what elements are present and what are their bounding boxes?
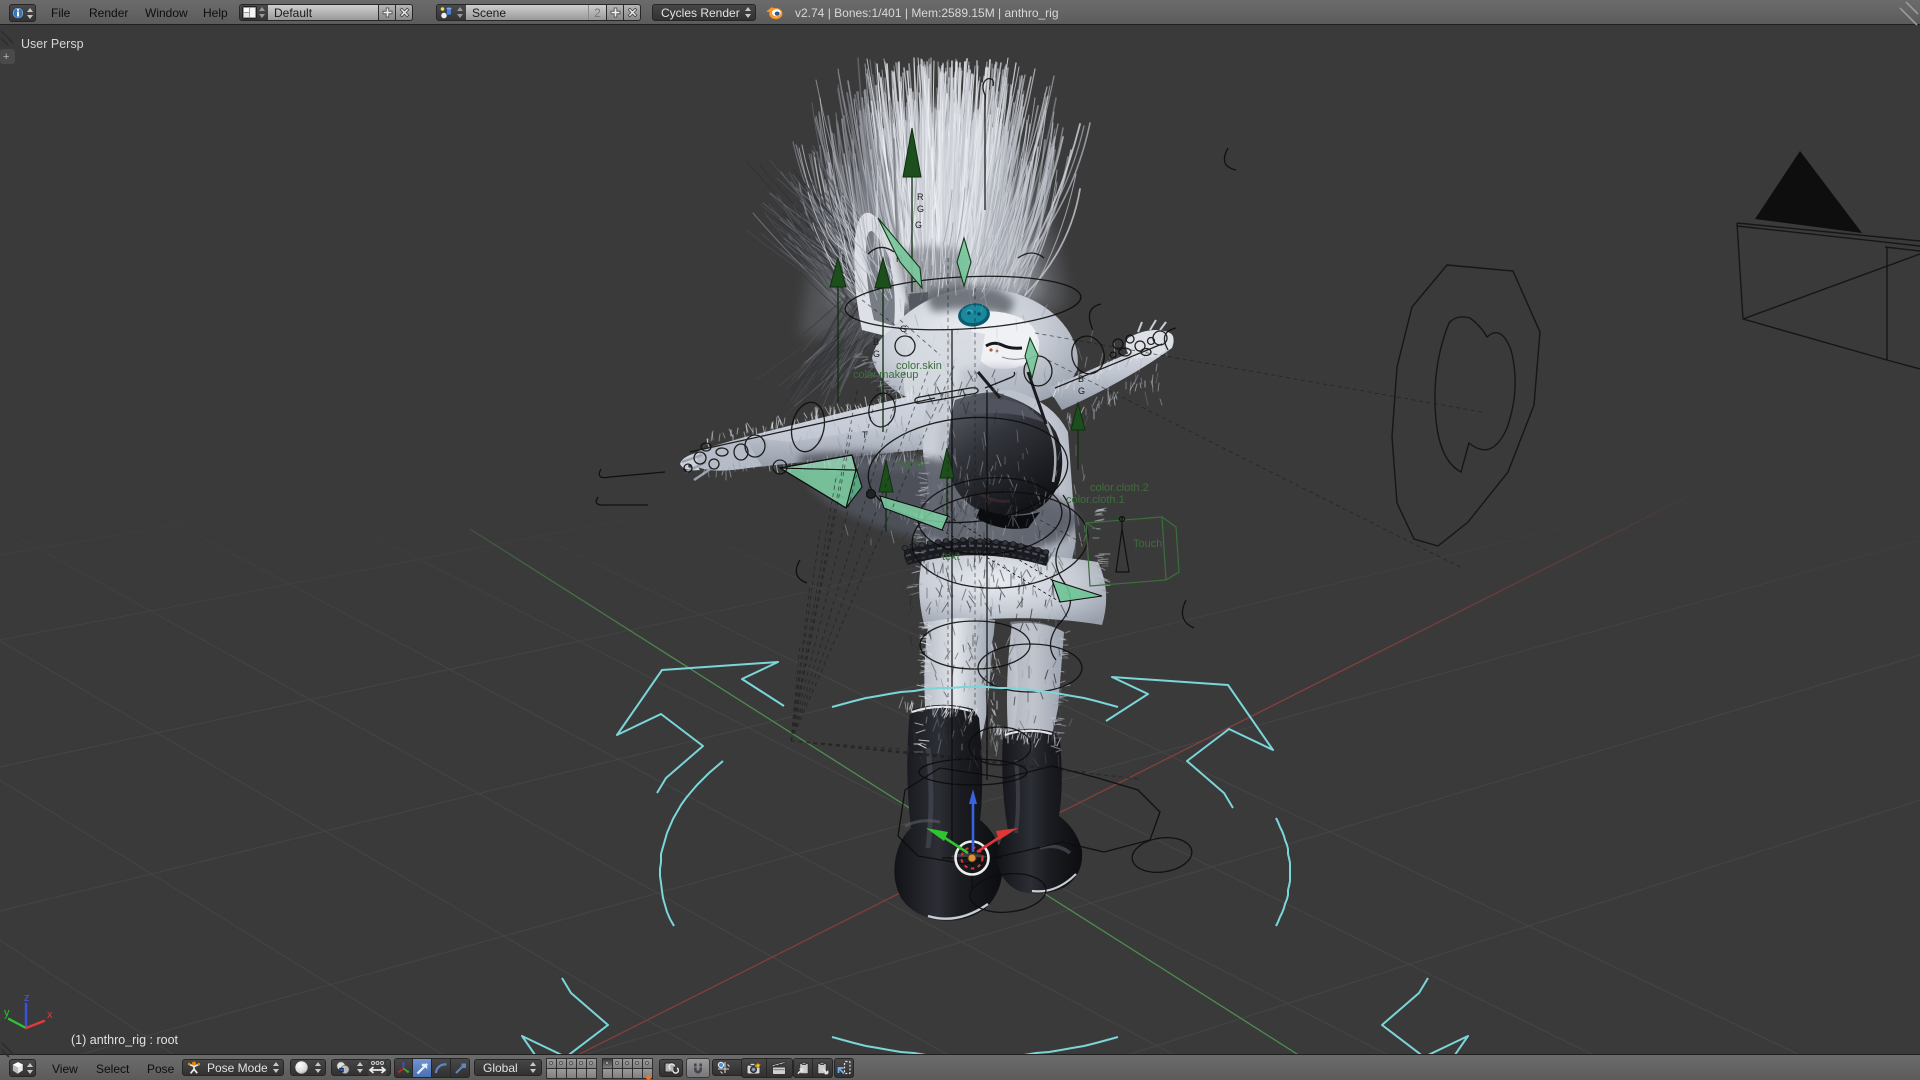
svg-text:color.makeup: color.makeup (853, 369, 918, 381)
svg-text:Touch: Touch (1133, 538, 1162, 550)
svg-text:G: G (917, 204, 924, 214)
svg-text:y: y (4, 1007, 10, 1019)
svg-text:User Persp: User Persp (21, 37, 84, 51)
svg-text:B: B (1078, 374, 1084, 384)
svg-text:B: B (873, 337, 879, 347)
svg-text:color.cloth.1: color.cloth.1 (1066, 494, 1125, 506)
svg-text:x: x (47, 1009, 53, 1021)
svg-text:color.cloth.2: color.cloth.2 (1090, 482, 1149, 494)
svg-text:G: G (915, 220, 922, 230)
svg-text:R: R (917, 192, 924, 202)
svg-text:(1) anthro_rig : root: (1) anthro_rig : root (71, 1033, 179, 1047)
svg-text:G: G (1078, 386, 1085, 396)
svg-text:textur: textur (898, 459, 926, 471)
svg-text:G: G (873, 349, 880, 359)
svg-text:text: text (942, 551, 960, 563)
svg-text:z: z (24, 992, 30, 1004)
svg-text:+: + (3, 51, 9, 63)
